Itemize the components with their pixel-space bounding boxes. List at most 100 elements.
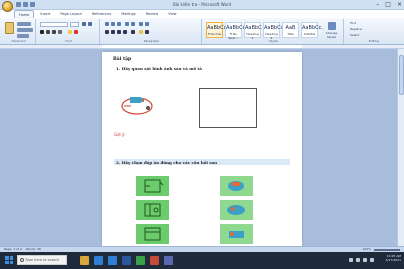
style-title-preview: AaB bbox=[285, 25, 296, 31]
window-controls: – □ × bbox=[376, 1, 402, 9]
change-styles-button[interactable]: Change Styles bbox=[322, 22, 341, 39]
highlight-icon[interactable] bbox=[68, 30, 72, 34]
answer-box[interactable] bbox=[199, 88, 257, 128]
horizontal-ruler[interactable] bbox=[0, 45, 404, 49]
question-2: 2. Hãy chọn đáp án đúng cho các câu hỏi … bbox=[116, 160, 218, 165]
bullets-icon[interactable] bbox=[105, 22, 109, 26]
app-icon[interactable] bbox=[150, 256, 159, 265]
cut-icon[interactable] bbox=[17, 22, 31, 26]
device-image-3[interactable] bbox=[220, 224, 253, 244]
bold-icon[interactable] bbox=[40, 30, 44, 34]
paste-icon[interactable] bbox=[5, 22, 14, 34]
ribbon: Clipboard Font Paragraph AaBbCcDc ¶ Norm… bbox=[0, 18, 404, 45]
find-button[interactable]: Find bbox=[350, 21, 356, 26]
circuit-image-1[interactable] bbox=[136, 176, 169, 196]
replace-button[interactable]: Replace bbox=[350, 27, 362, 32]
system-tray bbox=[349, 258, 374, 262]
tab-page-layout[interactable]: Page Layout bbox=[56, 10, 85, 18]
align-left-icon[interactable] bbox=[105, 30, 109, 34]
shrink-font-icon[interactable] bbox=[88, 22, 92, 26]
taskbar-search[interactable]: Type here to search bbox=[17, 255, 67, 265]
multilevel-list-icon[interactable] bbox=[117, 22, 121, 26]
tab-view[interactable]: View bbox=[164, 10, 180, 18]
store-icon[interactable] bbox=[108, 256, 117, 265]
page-count[interactable]: Page: 1 of 2 bbox=[4, 247, 22, 251]
italic-icon[interactable] bbox=[46, 30, 50, 34]
windows-logo-icon bbox=[5, 260, 9, 264]
style-title[interactable]: AaB Title bbox=[282, 22, 299, 38]
strikethrough-icon[interactable] bbox=[58, 30, 62, 34]
style-heading-1[interactable]: AaBbC Heading 1 bbox=[244, 22, 262, 40]
tab-home[interactable]: Home bbox=[14, 10, 35, 18]
windows-logo-icon bbox=[5, 256, 9, 260]
volume-icon[interactable] bbox=[356, 258, 360, 262]
network-icon[interactable] bbox=[349, 258, 353, 262]
align-right-icon[interactable] bbox=[117, 30, 121, 34]
format-painter-icon[interactable] bbox=[17, 34, 29, 38]
start-button[interactable] bbox=[5, 256, 13, 264]
font-name-input[interactable] bbox=[40, 22, 68, 27]
ribbon-tabs: Home Insert Page Layout References Maili… bbox=[14, 10, 181, 18]
document-page[interactable]: Bài tập 1. Hãy quan sát hình ảnh sau và … bbox=[102, 52, 302, 246]
language-icon[interactable] bbox=[370, 258, 374, 262]
style-normal-label: ¶ Normal bbox=[207, 32, 222, 36]
font-size-input[interactable] bbox=[70, 22, 79, 27]
justify-icon[interactable] bbox=[123, 30, 127, 34]
style-subtitle-label: Subtitle bbox=[303, 32, 316, 36]
grow-font-icon[interactable] bbox=[82, 22, 86, 26]
device-image-1[interactable] bbox=[220, 176, 253, 196]
show-marks-icon[interactable] bbox=[145, 22, 149, 26]
font-color-icon[interactable] bbox=[74, 30, 78, 34]
style-no-spacing[interactable]: AaBbCcDc ¶ No Spac... bbox=[225, 22, 252, 40]
tab-review[interactable]: Review bbox=[142, 10, 163, 18]
windows-logo-icon bbox=[9, 260, 13, 264]
scroll-thumb[interactable] bbox=[399, 55, 404, 95]
align-center-icon[interactable] bbox=[111, 30, 115, 34]
font-label: Font bbox=[65, 39, 72, 43]
style-heading-2-preview: AaBbCc bbox=[264, 25, 284, 31]
style-subtitle[interactable]: AaBbCc. Subtitle bbox=[301, 22, 323, 38]
style-normal[interactable]: AaBbCcDc ¶ Normal bbox=[206, 22, 233, 38]
increase-indent-icon[interactable] bbox=[131, 22, 135, 26]
copy-icon[interactable] bbox=[17, 28, 33, 32]
word-taskbar-icon[interactable] bbox=[122, 256, 131, 265]
zoom-slider[interactable] bbox=[374, 248, 400, 251]
style-normal-preview: AaBbCcDc bbox=[207, 25, 233, 31]
select-button[interactable]: Select bbox=[350, 33, 359, 38]
clipboard-label: Clipboard bbox=[11, 39, 26, 43]
sort-icon[interactable] bbox=[139, 22, 143, 26]
device-image-2[interactable] bbox=[220, 200, 253, 220]
circuit-image-2[interactable] bbox=[136, 200, 169, 220]
maximize-icon[interactable]: □ bbox=[385, 1, 391, 9]
editing-label: Editing bbox=[368, 39, 380, 43]
word-count[interactable]: Words: 28 bbox=[26, 247, 41, 251]
close-icon[interactable]: × bbox=[397, 1, 402, 9]
change-styles-icon bbox=[327, 22, 336, 30]
ruler-text-area bbox=[102, 45, 302, 48]
edge-icon[interactable] bbox=[94, 256, 103, 265]
underline-icon[interactable] bbox=[52, 30, 56, 34]
app-icon-2[interactable] bbox=[164, 256, 173, 265]
tab-insert[interactable]: Insert bbox=[36, 10, 54, 18]
styles-label: Styles bbox=[268, 39, 279, 43]
borders-icon[interactable] bbox=[145, 30, 149, 34]
styles-group: AaBbCcDc ¶ Normal AaBbCcDc ¶ No Spac... Aa… bbox=[204, 19, 344, 44]
style-heading-2[interactable]: AaBbCc Heading 2 bbox=[263, 22, 284, 40]
battery-icon[interactable] bbox=[363, 258, 367, 262]
numbering-icon[interactable] bbox=[111, 22, 115, 26]
clock[interactable]: 10:25 AM 5/17/2021 bbox=[386, 254, 401, 262]
minimize-icon[interactable]: – bbox=[376, 1, 379, 9]
circuit-image-3[interactable] bbox=[136, 224, 169, 244]
paragraph-label: Paragraph bbox=[143, 39, 160, 43]
line-spacing-icon[interactable] bbox=[131, 30, 135, 34]
chrome-icon[interactable] bbox=[136, 256, 145, 265]
decrease-indent-icon[interactable] bbox=[125, 22, 129, 26]
tab-mailings[interactable]: Mailings bbox=[117, 10, 139, 18]
circuit-illustration bbox=[121, 97, 153, 115]
file-explorer-icon[interactable] bbox=[80, 256, 89, 265]
clock-date: 5/17/2021 bbox=[385, 258, 401, 262]
shading-icon[interactable] bbox=[139, 30, 143, 34]
tab-references[interactable]: References bbox=[88, 10, 115, 18]
windows-logo-icon bbox=[9, 256, 13, 260]
vertical-scrollbar[interactable] bbox=[397, 49, 404, 246]
